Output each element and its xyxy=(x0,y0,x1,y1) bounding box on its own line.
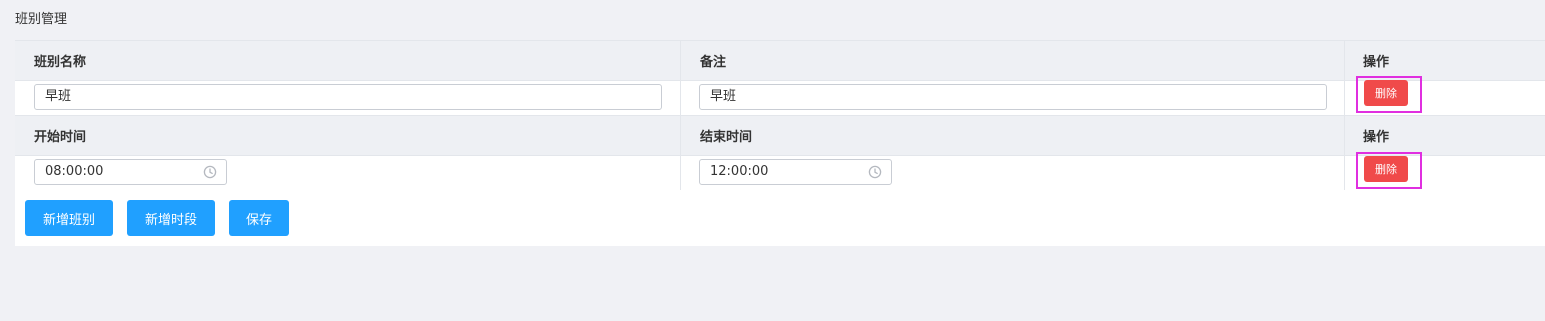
shift-row: 早班 早班 删除 xyxy=(15,76,1545,115)
header-operation-2: 操作 xyxy=(1363,130,1390,145)
shift-delete-highlight: 删除 xyxy=(1356,76,1422,113)
end-time-value: 12:00:00 xyxy=(710,164,769,179)
period-header-row: 开始时间 结束时间 操作 xyxy=(15,115,1545,156)
start-time-input[interactable]: 08:00:00 xyxy=(34,159,227,185)
end-time-input[interactable]: 12:00:00 xyxy=(699,159,892,185)
header-remark: 备注 xyxy=(681,41,1345,80)
period-delete-highlight: 删除 xyxy=(1356,152,1422,189)
shift-panel: 班别名称 备注 操作 早班 早班 删除 开始时间 结束时间 操作 08:00:0… xyxy=(15,40,1545,246)
header-operation: 操作 xyxy=(1363,55,1390,70)
header-end-time: 结束时间 xyxy=(681,116,1345,155)
save-button[interactable]: 保存 xyxy=(229,200,289,236)
period-delete-button[interactable]: 删除 xyxy=(1364,156,1408,182)
header-start-time: 开始时间 xyxy=(15,116,681,155)
clock-icon[interactable] xyxy=(203,165,217,179)
shift-header-row: 班别名称 备注 操作 xyxy=(15,40,1545,81)
start-time-value: 08:00:00 xyxy=(45,164,104,179)
shift-remark-input[interactable]: 早班 xyxy=(699,84,1327,110)
period-row: 08:00:00 12:00:00 删除 xyxy=(15,152,1545,190)
add-shift-button[interactable]: 新增班别 xyxy=(25,200,113,236)
shift-name-input[interactable]: 早班 xyxy=(34,84,662,110)
add-period-button[interactable]: 新增时段 xyxy=(127,200,215,236)
clock-icon[interactable] xyxy=(868,165,882,179)
page-title: 班别管理 xyxy=(15,12,68,27)
shift-delete-button[interactable]: 删除 xyxy=(1364,80,1408,106)
action-bar: 新增班别 新增时段 保存 xyxy=(25,200,303,236)
header-shift-name: 班别名称 xyxy=(15,41,681,80)
